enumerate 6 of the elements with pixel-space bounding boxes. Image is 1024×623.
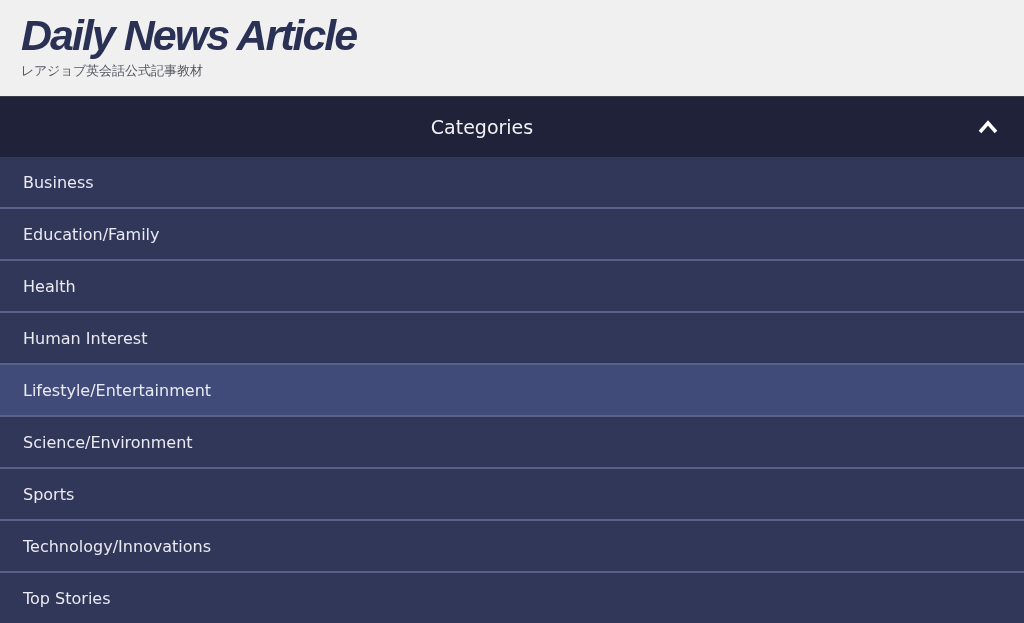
site-title: Daily News Article — [21, 10, 357, 60]
category-item[interactable]: Lifestyle/Entertainment — [0, 365, 1024, 417]
categories-title: Categories — [430, 116, 534, 138]
collapse-toggle[interactable] — [978, 120, 998, 134]
site-subtitle: レアジョブ英会話公式記事教材 — [21, 62, 203, 80]
chevron-up-icon — [978, 120, 998, 134]
